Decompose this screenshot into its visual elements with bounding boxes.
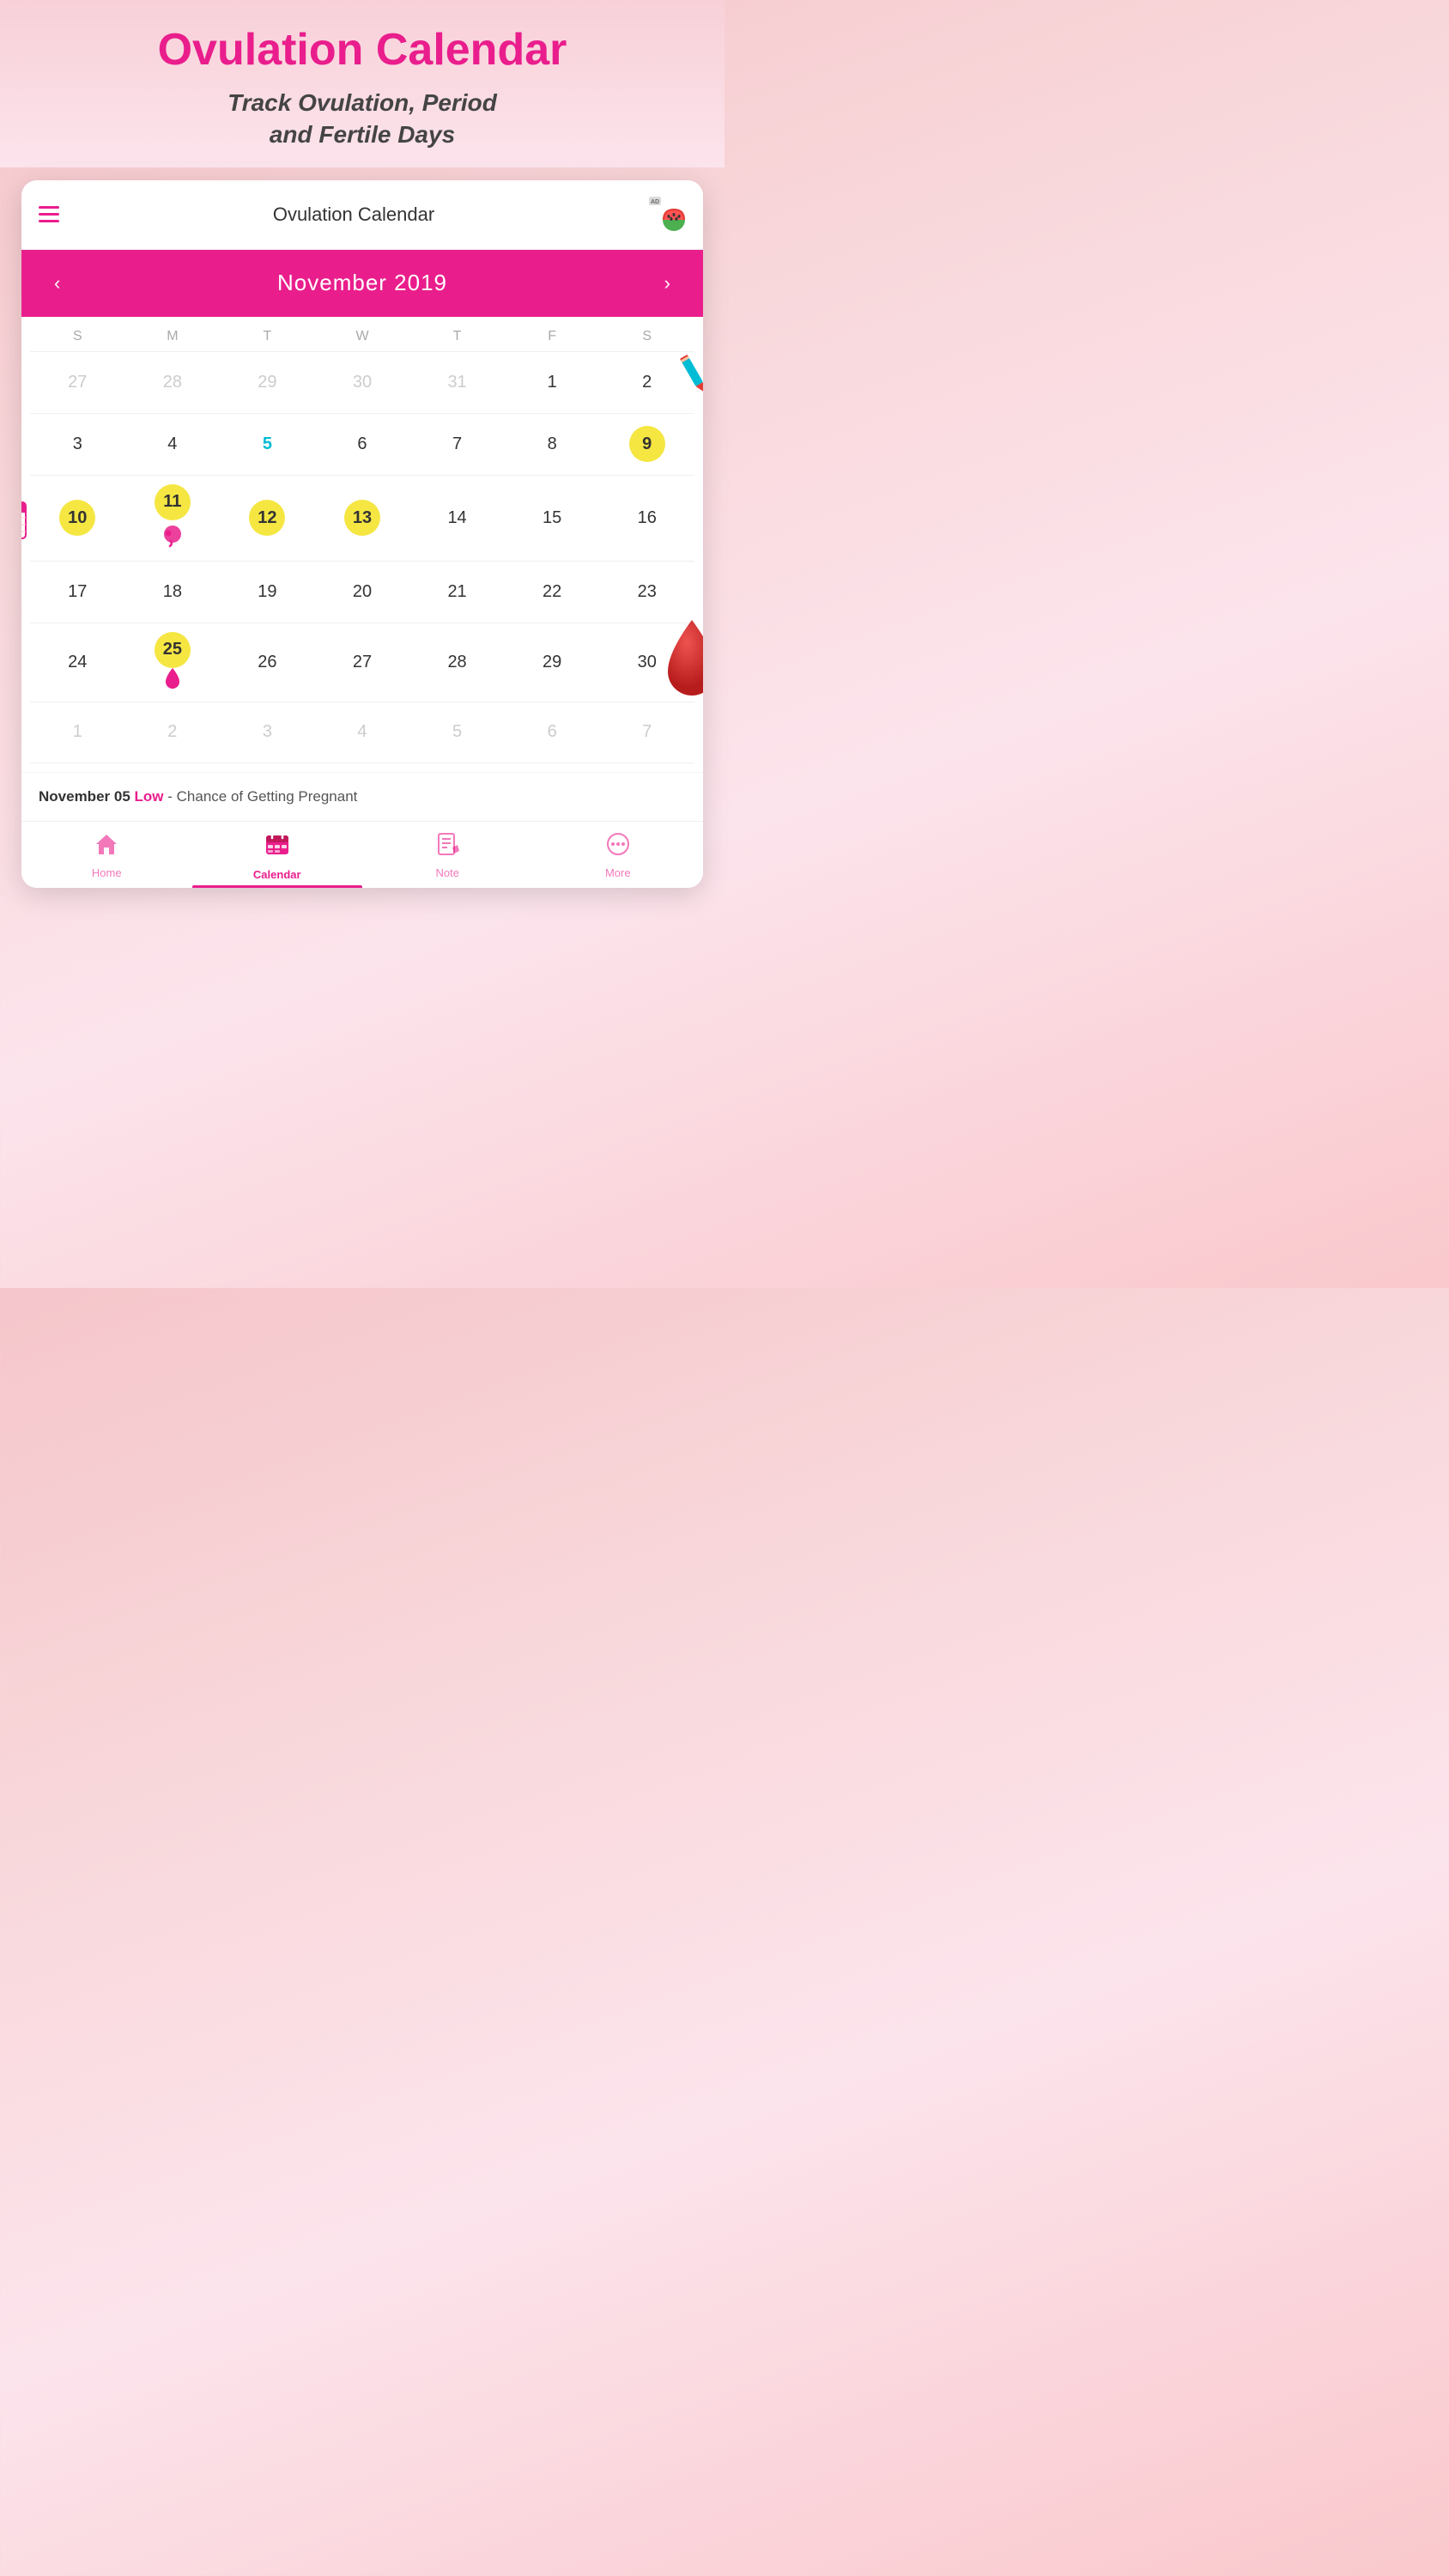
day-dec4[interactable]: 4 [315,714,410,750]
next-month-button[interactable]: › [656,269,679,298]
svg-text:AD: AD [651,199,659,205]
calendar-grid: S M T W T F S 27 28 29 30 31 1 2 [21,317,703,772]
day-nov24[interactable]: 24 [30,644,125,680]
prev-month-button[interactable]: ‹ [45,269,69,298]
calendar-week-3: 10 [30,475,694,561]
calendar-week-6: 1 2 3 4 5 6 7 [30,702,694,763]
day-oct28[interactable]: 28 [125,364,221,400]
day-oct29[interactable]: 29 [220,364,315,400]
day-nov16[interactable]: 16 [599,500,694,536]
status-date: November 05 [39,788,130,805]
day-nov26[interactable]: 26 [220,644,315,680]
day-header-fri: F [505,329,600,344]
day-oct30[interactable]: 30 [315,364,410,400]
nav-item-more[interactable]: More [533,832,704,881]
calendar-nav-icon [264,832,290,864]
toolbar-title: Ovulation Calendar [273,204,434,226]
drop-pink-icon [164,668,181,693]
day-nov2[interactable]: 2 [599,364,694,400]
day-header-sun: S [30,329,125,344]
nav-calendar-label: Calendar [253,868,301,881]
hamburger-button[interactable] [39,206,59,222]
day-header-wed: W [315,329,410,344]
day-nov8[interactable]: 8 [505,426,600,462]
calendar-week-4: 17 18 19 20 21 22 23 [30,561,694,623]
calendar-week-5: 24 25 26 27 28 29 30 [30,623,694,702]
day-nov7[interactable]: 7 [409,426,505,462]
day-nov5[interactable]: 5 [220,426,315,462]
day-nov9[interactable]: 9 [599,426,694,462]
day-nov1[interactable]: 1 [505,364,600,400]
note-icon [435,832,459,862]
day-nov17[interactable]: 17 [30,574,125,610]
day-dec6[interactable]: 6 [505,714,600,750]
status-bar: November 05 Low - Chance of Getting Preg… [21,772,703,821]
more-icon [606,832,630,862]
day-dec1[interactable]: 1 [30,714,125,750]
day-nov15[interactable]: 15 [505,500,600,536]
day-nov4[interactable]: 4 [125,426,221,462]
day-nov6[interactable]: 6 [315,426,410,462]
day-nov25[interactable]: 25 [125,632,221,693]
day-nov29[interactable]: 29 [505,644,600,680]
calendar-week-2: 3 4 5 6 7 8 9 [30,413,694,475]
watermelon-icon: AD [648,196,686,234]
bubble-decoration [161,524,185,552]
day-header-mon: M [125,329,221,344]
drop-red-large-decoration [660,620,703,706]
bottom-nav: Home Calendar [21,821,703,888]
nav-more-label: More [605,866,631,879]
calendar-week-1: 27 28 29 30 31 1 2 [30,351,694,413]
day-header-tue: T [220,329,315,344]
day-nov10[interactable]: 10 [30,500,125,536]
calendar-sticker [21,495,30,543]
nav-item-calendar[interactable]: Calendar [192,832,363,881]
month-year-title: November 2019 [277,270,447,296]
day-nov13[interactable]: 13 [315,500,410,536]
nav-item-note[interactable]: Note [362,832,533,881]
day-header-thu: T [409,329,505,344]
day-oct31[interactable]: 31 [409,364,505,400]
day-header-sat: S [599,329,694,344]
home-icon [94,832,118,862]
day-nov27[interactable]: 27 [315,644,410,680]
day-dec5[interactable]: 5 [409,714,505,750]
app-card: Ovulation Calendar AD ‹ November 2019 [21,180,703,888]
nav-home-label: Home [92,866,122,879]
app-title: Ovulation Calendar [17,26,707,75]
pencil-decoration [667,346,703,405]
month-nav: ‹ November 2019 › [21,250,703,317]
day-oct27[interactable]: 27 [30,364,125,400]
day-nov23[interactable]: 23 [599,574,694,610]
day-nov22[interactable]: 22 [505,574,600,610]
day-nov3[interactable]: 3 [30,426,125,462]
day-dec7[interactable]: 7 [599,714,694,750]
day-nov28[interactable]: 28 [409,644,505,680]
day-nov21[interactable]: 21 [409,574,505,610]
day-nov18[interactable]: 18 [125,574,221,610]
nav-item-home[interactable]: Home [21,832,192,881]
day-dec3[interactable]: 3 [220,714,315,750]
toolbar: Ovulation Calendar AD [21,180,703,250]
status-message: - Chance of Getting Pregnant [167,788,357,805]
nav-note-label: Note [436,866,459,879]
nav-active-indicator [192,885,363,888]
day-nov19[interactable]: 19 [220,574,315,610]
day-headers-row: S M T W T F S [30,317,694,351]
day-nov30[interactable]: 30 [599,644,694,680]
app-subtitle: Track Ovulation, Periodand Fertile Days [17,88,707,150]
day-nov12[interactable]: 12 [220,500,315,536]
app-header: Ovulation Calendar Track Ovulation, Peri… [0,0,724,167]
status-level: Low [135,788,164,805]
day-nov11[interactable]: 11 [125,484,221,552]
day-nov14[interactable]: 14 [409,500,505,536]
day-dec2[interactable]: 2 [125,714,221,750]
day-nov20[interactable]: 20 [315,574,410,610]
